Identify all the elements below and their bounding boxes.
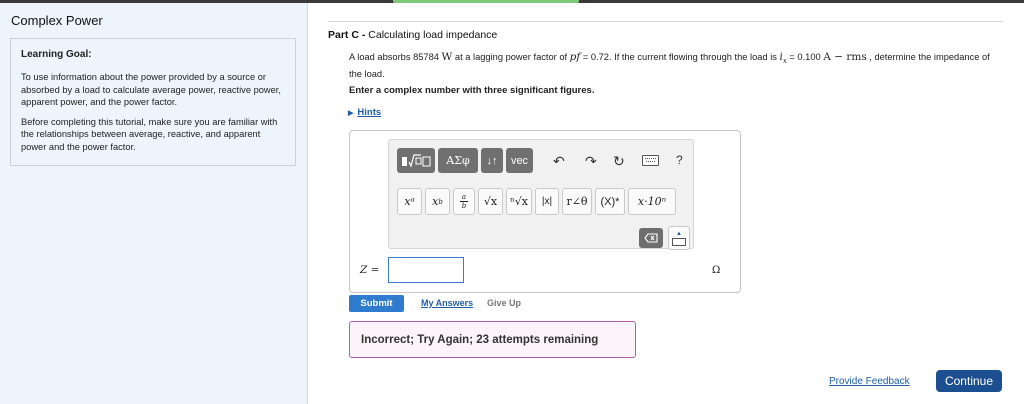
power-button[interactable]: xᵃ [397, 188, 422, 215]
conjugate-button[interactable]: (X)* [595, 188, 625, 215]
hints-toggle[interactable]: ▶ Hints [348, 107, 381, 118]
greek-symbols-button[interactable]: ΑΣφ [438, 148, 478, 173]
learning-goal-heading: Learning Goal: [21, 49, 92, 60]
learning-goal-text: To use information about the power provi… [21, 72, 281, 107]
hints-label: Hints [357, 107, 382, 118]
pf-symbol: pf [569, 51, 581, 63]
templates-button[interactable] [397, 148, 435, 173]
part-title: Calculating load impedance [368, 29, 498, 41]
scientific-notation-button[interactable]: x·10ⁿ [628, 188, 676, 215]
part-label: Part C - [328, 29, 366, 41]
templates-icon [402, 153, 431, 168]
problem-text-2: at a lagging power factor of [452, 52, 570, 62]
toolbar-row-1: ΑΣφ ↓↑ vec [397, 148, 533, 173]
undo-icon[interactable]: ↶ [553, 153, 565, 170]
right-pane: Part C - Calculating load impedance A lo… [309, 3, 1024, 404]
provide-feedback-link[interactable]: Provide Feedback [829, 376, 910, 387]
nth-root-button[interactable]: ⁿ√x [506, 188, 532, 215]
subscript-index: b [438, 197, 443, 206]
expand-triangle-icon: ▶ [348, 109, 354, 117]
delete-button[interactable] [639, 228, 663, 248]
backspace-icon [644, 233, 658, 243]
give-up-link[interactable]: Give Up [487, 298, 521, 308]
reset-icon[interactable]: ↻ [613, 153, 625, 170]
answer-unit: Ω [712, 265, 721, 276]
answer-label: Z = [360, 264, 379, 276]
unit-watts: W [441, 51, 453, 63]
subscript-button[interactable]: xb [425, 188, 450, 215]
submit-button[interactable]: Submit [349, 295, 404, 312]
problem-text-4: = 0.100 [786, 52, 824, 62]
learning-goal-prereq: Before completing this tutorial, make su… [21, 116, 278, 152]
answer-input[interactable] [388, 257, 464, 283]
learning-goal-box: Learning Goal: To use information about … [10, 38, 296, 166]
keyboard-toggle-button[interactable]: ▲ [668, 226, 690, 250]
caret-up-icon: ▲ [676, 230, 682, 237]
unit-amps-rms: A − rms [823, 51, 867, 63]
part-heading: Part C - Calculating load impedance [328, 29, 497, 41]
fraction-button[interactable]: a b [453, 188, 475, 215]
continue-button[interactable]: Continue [936, 370, 1002, 392]
fraction-denominator: b [461, 202, 467, 210]
instruction: Enter a complex number with three signif… [349, 85, 595, 96]
math-toolbar: ΑΣφ ↓↑ vec ↶ ↷ ↻ ? xᵃ xb a b √x ⁿ√x |x| … [388, 139, 694, 250]
problem-text-3: = 0.72. If the current flowing through t… [580, 52, 780, 62]
fraction-numerator: a [461, 193, 467, 201]
help-icon[interactable]: ? [676, 153, 683, 167]
vector-button[interactable]: vec [506, 148, 533, 173]
divider [328, 21, 1003, 22]
sort-arrows-button[interactable]: ↓↑ [481, 148, 503, 173]
answer-panel: ΑΣφ ↓↑ vec ↶ ↷ ↻ ? xᵃ xb a b √x ⁿ√x |x| … [349, 130, 741, 293]
sqrt-button[interactable]: √x [478, 188, 503, 215]
problem-statement: A load absorbs 85784 W at a lagging powe… [349, 51, 999, 80]
page-title: Complex Power [11, 13, 103, 28]
problem-text-1: A load absorbs 85784 [349, 52, 439, 62]
left-pane: Complex Power Learning Goal: To use info… [0, 3, 308, 404]
redo-icon[interactable]: ↷ [585, 153, 597, 170]
keyboard-icon[interactable] [642, 155, 659, 166]
toolbar-row-2: xᵃ xb a b √x ⁿ√x |x| r∠θ (X)* x·10ⁿ [397, 188, 676, 215]
keyboard-small-icon [672, 237, 686, 246]
current-symbol: ix [780, 51, 787, 65]
my-answers-link[interactable]: My Answers [421, 298, 473, 308]
feedback-message: Incorrect; Try Again; 23 attempts remain… [349, 321, 636, 358]
answer-label-text: Z = [360, 264, 380, 276]
polar-button[interactable]: r∠θ [562, 188, 592, 215]
absolute-value-button[interactable]: |x| [535, 188, 559, 215]
